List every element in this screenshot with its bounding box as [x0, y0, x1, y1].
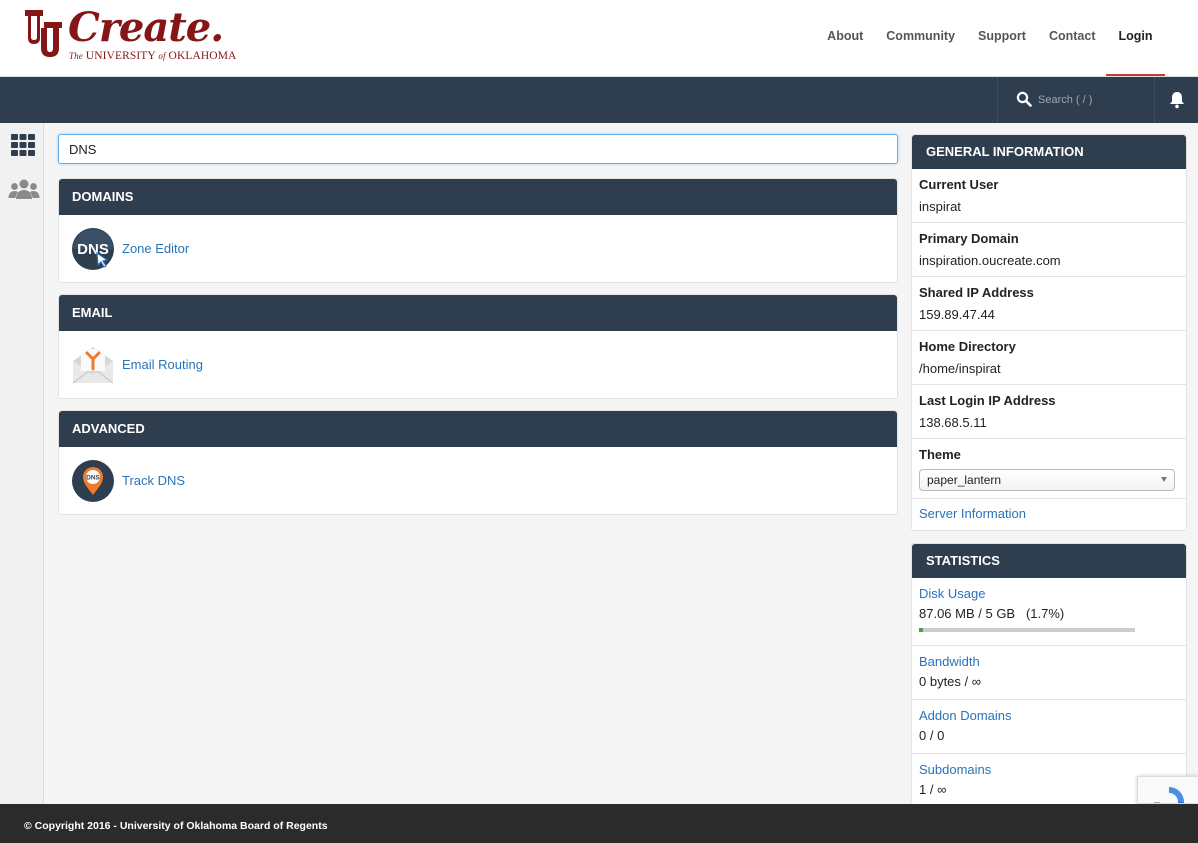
zone-editor-link[interactable]: Zone Editor: [122, 241, 189, 256]
addon-domains-link[interactable]: Addon Domains: [919, 708, 1012, 723]
info-value: 159.89.47.44: [919, 307, 995, 322]
advanced-section: ADVANCED DNS Track DNS: [58, 410, 898, 515]
theme-select-value: paper_lantern: [927, 473, 1002, 487]
info-label: Home Directory: [919, 339, 1016, 354]
nav-support[interactable]: Support: [967, 28, 1038, 48]
nav-login[interactable]: Login: [1105, 28, 1166, 76]
nav-about[interactable]: About: [816, 28, 875, 48]
nav-contact[interactable]: Contact: [1037, 28, 1107, 48]
info-row-theme: Theme paper_lantern: [912, 439, 1186, 499]
info-row-last-login-ip: Last Login IP Address 138.68.5.11: [912, 385, 1186, 439]
bandwidth-value: 0 bytes / ∞: [919, 674, 982, 689]
disk-usage-progress-fill: [919, 628, 923, 632]
info-label: Current User: [919, 177, 999, 192]
statistics-title: STATISTICS: [912, 544, 1186, 578]
email-routing-link[interactable]: Email Routing: [122, 357, 203, 372]
email-section-body: Email Routing: [59, 331, 897, 398]
disk-usage-progress: [919, 628, 1135, 632]
left-sidebar: [0, 123, 44, 804]
domains-section-body: DNS Zone Editor: [59, 215, 897, 282]
cpanel-toolbar: [0, 77, 1198, 123]
track-dns-icon-label: DNS: [86, 475, 100, 482]
top-nav: About Community Support Contact Login: [816, 28, 1166, 76]
copyright-text: © Copyright 2016 - University of Oklahom…: [24, 820, 328, 832]
nav-community[interactable]: Community: [875, 28, 967, 48]
info-value: inspirat: [919, 199, 961, 214]
users-icon[interactable]: [8, 177, 40, 201]
track-dns-link[interactable]: Track DNS: [122, 473, 185, 488]
ou-create-logo[interactable]: Create. The UNIVERSITY of OKLAHOMA: [22, 4, 242, 66]
logo-subtitle: The UNIVERSITY of OKLAHOMA: [69, 50, 237, 62]
info-value: /home/inspirat: [919, 361, 1001, 376]
general-information-title: GENERAL INFORMATION: [912, 135, 1186, 169]
advanced-section-body: DNS Track DNS: [59, 447, 897, 514]
recaptcha-badge[interactable]: [1137, 776, 1198, 804]
dns-icon-label: DNS: [77, 241, 109, 258]
email-section: EMAIL Email Routing: [58, 294, 898, 399]
addon-domains-value: 0 / 0: [919, 728, 945, 743]
top-header: Create. The UNIVERSITY of OKLAHOMA About…: [0, 0, 1198, 77]
bandwidth-link[interactable]: Bandwidth: [919, 654, 980, 669]
server-info-row: Server Information: [912, 499, 1186, 521]
theme-select[interactable]: paper_lantern: [919, 469, 1175, 491]
footer: © Copyright 2016 - University of Oklahom…: [0, 804, 1198, 843]
info-value: inspiration.oucreate.com: [919, 253, 1061, 268]
chevron-down-icon: [1161, 477, 1167, 482]
dns-zone-editor-icon[interactable]: DNS: [71, 227, 115, 271]
info-label: Last Login IP Address: [919, 393, 1056, 408]
tools-filter-input[interactable]: [58, 134, 898, 164]
toolbar-search: [997, 77, 1155, 123]
general-information-panel: GENERAL INFORMATION Current User inspira…: [911, 134, 1187, 531]
domains-section: DOMAINS DNS Zone Editor: [58, 178, 898, 283]
info-row-current-user: Current User inspirat: [912, 169, 1186, 223]
recaptcha-icon: [1154, 787, 1184, 803]
apps-grid-icon[interactable]: [10, 133, 36, 157]
subdomains-link[interactable]: Subdomains: [919, 762, 991, 777]
stat-disk-usage: Disk Usage 87.06 MB / 5 GB (1.7%): [912, 578, 1186, 646]
statistics-panel: STATISTICS Disk Usage 87.06 MB / 5 GB (1…: [911, 543, 1187, 804]
info-row-home-directory: Home Directory /home/inspirat: [912, 331, 1186, 385]
info-label: Primary Domain: [919, 231, 1019, 246]
ou-monogram-icon: [25, 10, 62, 57]
email-routing-icon[interactable]: [71, 343, 115, 387]
domains-section-title[interactable]: DOMAINS: [59, 179, 897, 215]
info-label: Shared IP Address: [919, 285, 1034, 300]
info-value: 138.68.5.11: [919, 415, 987, 430]
info-row-primary-domain: Primary Domain inspiration.oucreate.com: [912, 223, 1186, 277]
email-section-title[interactable]: EMAIL: [59, 295, 897, 331]
track-dns-icon[interactable]: DNS: [71, 459, 115, 503]
advanced-section-title[interactable]: ADVANCED: [59, 411, 897, 447]
stat-bandwidth: Bandwidth 0 bytes / ∞: [912, 646, 1186, 700]
search-icon[interactable]: [1016, 91, 1032, 107]
theme-label: Theme: [919, 447, 961, 462]
server-information-link[interactable]: Server Information: [919, 506, 1026, 521]
logo-wordmark: Create.: [68, 4, 224, 51]
toolbar-search-input[interactable]: [1038, 91, 1148, 109]
disk-usage-value: 87.06 MB / 5 GB (1.7%): [919, 606, 1065, 621]
info-row-shared-ip: Shared IP Address 159.89.47.44: [912, 277, 1186, 331]
notifications-bell-icon[interactable]: [1169, 91, 1185, 109]
disk-usage-link[interactable]: Disk Usage: [919, 586, 985, 601]
stat-addon-domains: Addon Domains 0 / 0: [912, 700, 1186, 754]
